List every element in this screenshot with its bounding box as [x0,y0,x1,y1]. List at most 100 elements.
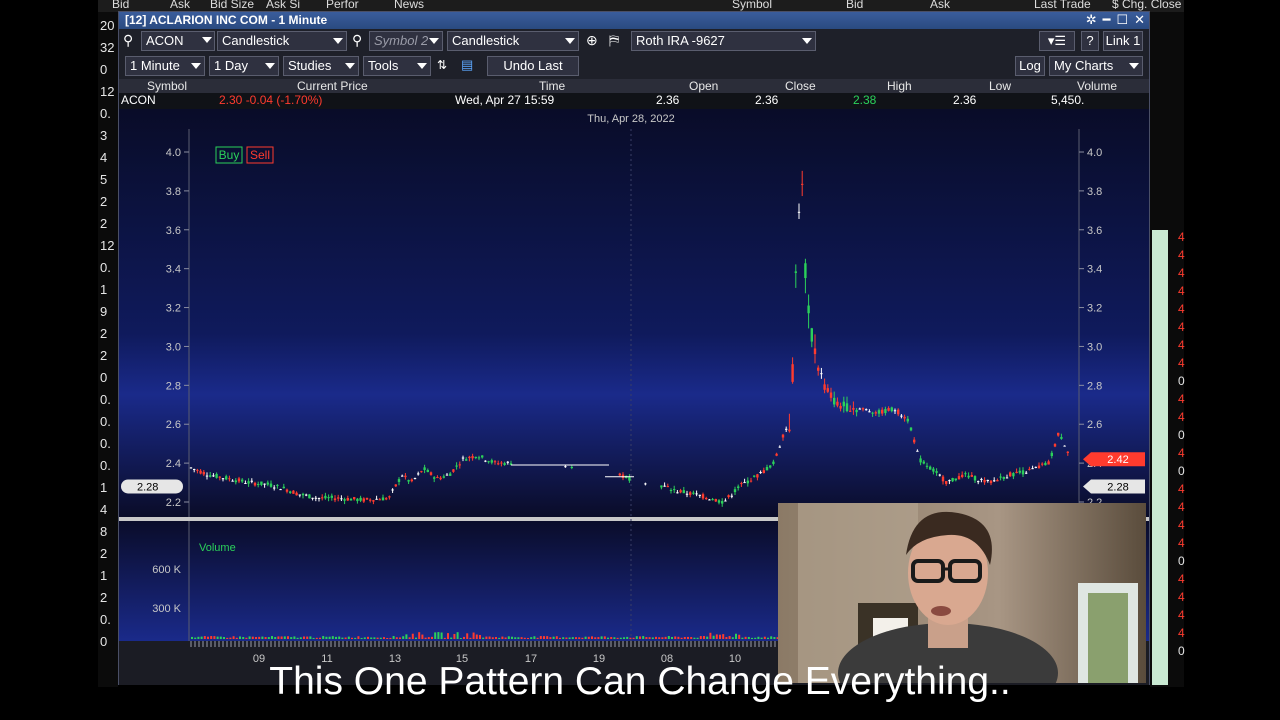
candle-body [877,410,881,414]
volume-bar [501,636,504,639]
candle-body [337,497,340,499]
volume-bar [261,636,264,639]
volume-bar [709,632,712,639]
log-button[interactable]: Log [1015,56,1045,76]
candle-body [1021,470,1025,475]
candle-body [429,472,433,475]
candle-body [378,499,381,501]
search-icon[interactable]: ⚲ [123,32,133,49]
chart-type2-select[interactable]: Candlestick [447,31,579,51]
window-titlebar[interactable]: [12] ACLARION INC COM - 1 Minute ✲ ━ ☐ ✕ [119,12,1149,29]
volume-bar [226,637,229,639]
candle-body [225,476,228,480]
volume-bar [555,636,558,639]
quote-header: Symbol Current Price Time Open Close Hig… [119,79,1149,93]
volume-tick: 300 K [152,603,181,615]
volume-bar [715,634,718,639]
search-icon[interactable]: ⚲ [352,32,362,49]
symbol-dropdown[interactable] [199,31,215,51]
close-icon[interactable]: ✕ [1134,12,1145,28]
candle-body [458,464,461,466]
zoom-icon[interactable]: ⊕ [586,32,598,49]
tools-select[interactable]: Tools [363,56,431,76]
y-tick-right: 3.8 [1087,186,1102,198]
candle-body [660,485,663,488]
background-left-cell: 0 [100,370,108,385]
volume-bar [731,637,734,639]
chart-settings-icon[interactable]: ▤ [461,57,473,73]
volume-bar [562,637,565,639]
background-left-cell: 0. [100,414,111,429]
candle-body [493,461,497,463]
background-right-cell: 4 [1178,320,1185,334]
candle-body [189,467,193,469]
minimize-icon[interactable]: ━ [1103,12,1111,28]
candle-body [852,407,855,410]
volume-bar [299,637,302,639]
candle-body [628,477,631,481]
volume-bar [293,636,296,639]
account-select[interactable]: Roth IRA -9627 [631,31,816,51]
window-title: [12] ACLARION INC COM - 1 Minute [125,13,328,27]
chart-type-select[interactable]: Candlestick [217,31,347,51]
menu-button[interactable]: ▾☰ [1039,31,1075,51]
volume-bar [699,636,702,639]
volume-bar [517,637,520,639]
candle-body [765,467,769,471]
volume-bar [690,637,693,639]
candle-body [276,484,279,486]
undo-last-button[interactable]: Undo Last [487,56,579,76]
volume-bar [514,637,517,639]
candle-body [503,463,506,466]
candle-body [407,480,410,482]
quote-row[interactable]: ACON 2.30 -0.04 (-1.70%) Wed, Apr 27 15:… [119,93,1149,109]
volume-bar [328,636,331,639]
candle-body [1018,470,1021,473]
candle-body [807,305,810,314]
volume-bar [722,634,725,639]
background-right-cell: 4 [1178,284,1185,298]
candle-body [445,474,449,476]
y-tick-left: 3.8 [166,186,181,198]
candle-body [295,492,298,496]
candle-body [285,489,289,492]
studies-select[interactable]: Studies [283,56,359,76]
candle-body [916,450,919,452]
quote-symbol: ACON [121,93,156,107]
volume-bar [232,636,235,639]
candle-body [388,496,391,498]
my-charts-select[interactable]: My Charts [1049,56,1143,76]
volume-bar [351,637,353,639]
symbol2-input[interactable]: Symbol 2 [369,31,443,51]
volume-bar [427,637,430,639]
gear-icon[interactable]: ✲ [1086,12,1097,28]
right-price-tag: 2.28 [1107,481,1128,493]
range-select[interactable]: 1 Day [209,56,279,76]
compare-icon[interactable]: ⇅ [437,58,447,72]
background-right-cell: 0 [1178,644,1185,658]
volume-bar [373,637,376,639]
candle-body [804,263,807,279]
candle-body [1034,466,1037,468]
trade-icon[interactable]: ⛿ [609,32,619,49]
volume-bar [267,637,270,639]
candle-body [724,500,727,502]
volume-bar [527,637,529,639]
volume-bar [587,636,590,639]
candle-body [372,500,375,502]
candle-body [289,491,292,493]
candle-body [743,482,746,484]
background-right-cell: 0 [1178,464,1185,478]
volume-bar [520,637,523,639]
help-button[interactable]: ? [1081,31,1099,51]
candle-body [481,455,484,458]
link-button[interactable]: Link 1 [1103,31,1143,51]
volume-bar [635,636,638,639]
candle-body [746,480,749,484]
maximize-icon[interactable]: ☐ [1116,12,1128,28]
volume-bar [725,637,728,639]
background-left-cell: 1 [100,282,108,297]
interval-select[interactable]: 1 Minute [125,56,205,76]
background-left-cell: 1 [100,568,108,583]
background-right-cell: 4 [1178,230,1185,244]
